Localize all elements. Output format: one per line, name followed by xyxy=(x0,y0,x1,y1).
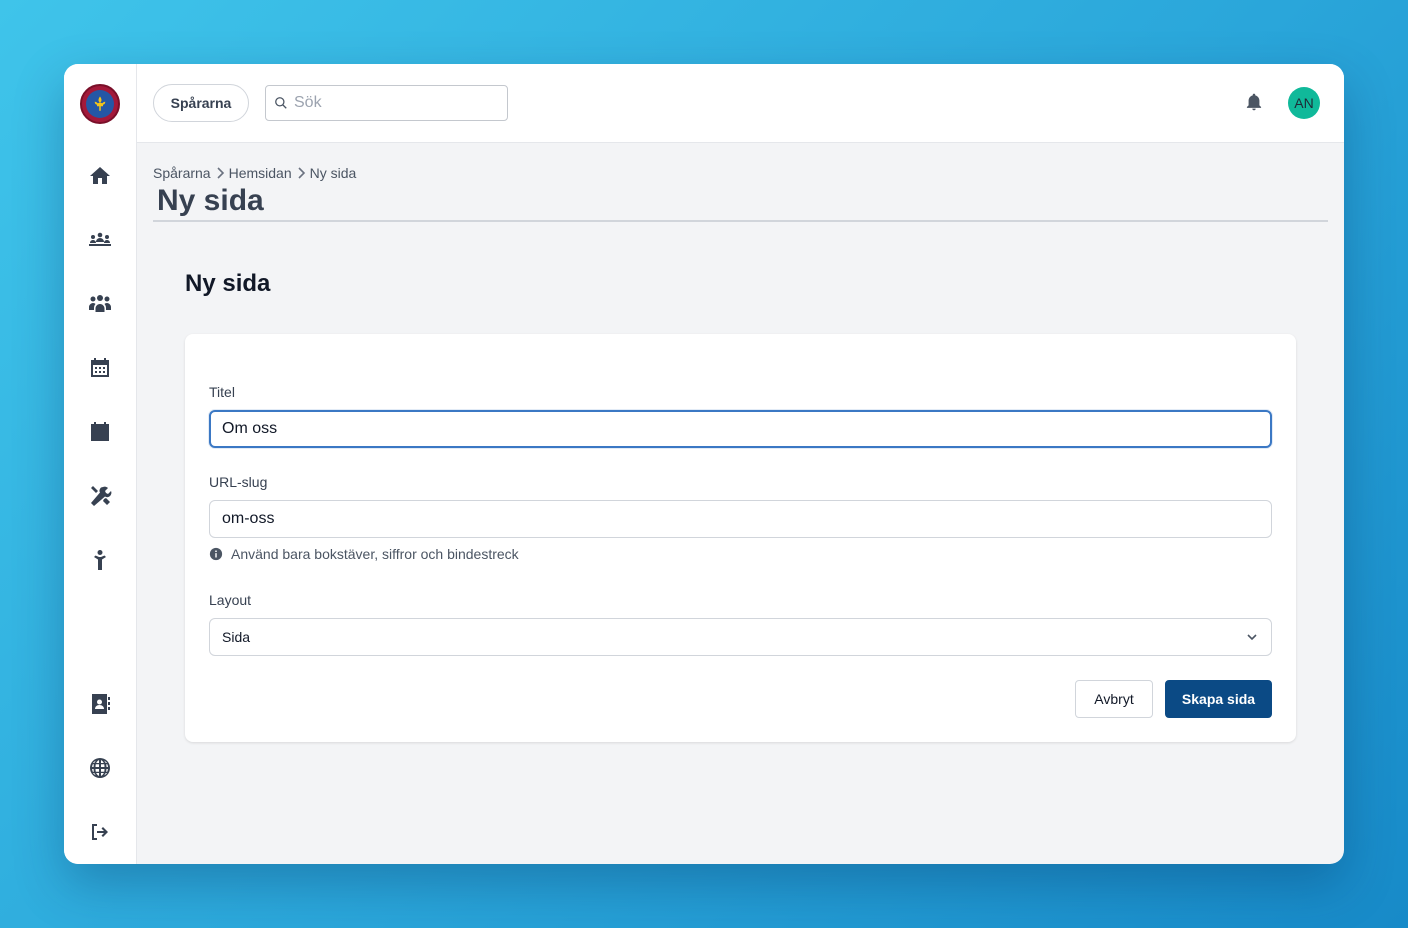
breadcrumb-item-website[interactable]: Hemsidan xyxy=(229,165,292,181)
organization-button[interactable]: Spårarna xyxy=(153,84,249,122)
slug-input[interactable] xyxy=(209,500,1272,538)
sidebar-item-members[interactable] xyxy=(84,288,116,320)
chevron-right-icon xyxy=(213,166,227,180)
sidebar-item-logout[interactable] xyxy=(84,816,116,848)
search-box[interactable] xyxy=(265,85,508,121)
info-icon xyxy=(209,547,223,561)
tools-icon xyxy=(91,486,112,506)
new-page-form-card: Titel URL-slug Använd bara bokstäver, si… xyxy=(185,334,1296,742)
slug-label: URL-slug xyxy=(209,474,268,490)
breadcrumb: Spårarna Hemsidan Ny sida xyxy=(153,164,356,182)
globe-icon xyxy=(90,758,110,778)
section-heading: Ny sida xyxy=(185,270,271,297)
fleur-de-lis-icon xyxy=(94,96,106,111)
sign-out-icon xyxy=(92,824,108,840)
sidebar-item-home[interactable] xyxy=(84,160,116,192)
calendar-grid-icon xyxy=(91,358,109,377)
address-book-icon xyxy=(92,694,110,714)
sidebar-item-contacts[interactable] xyxy=(84,688,116,720)
title-label: Titel xyxy=(209,384,235,400)
app-window: Spårarna AN Spårarna Hemsidan Ny sida Ny… xyxy=(64,64,1344,864)
sidebar xyxy=(64,64,137,864)
user-avatar[interactable]: AN xyxy=(1288,87,1320,119)
layout-selected-value: Sida xyxy=(222,629,251,645)
breadcrumb-item-organization[interactable]: Spårarna xyxy=(153,165,211,181)
sidebar-item-child[interactable] xyxy=(84,544,116,576)
sidebar-item-calendar[interactable] xyxy=(84,416,116,448)
sidebar-item-tools[interactable] xyxy=(84,480,116,512)
layout-select[interactable]: Sida xyxy=(209,618,1272,656)
home-icon xyxy=(90,167,110,184)
top-header: Spårarna AN xyxy=(137,64,1344,143)
create-page-button[interactable]: Skapa sida xyxy=(1165,680,1272,718)
notifications-button[interactable] xyxy=(1242,90,1266,114)
slug-hint-text: Använd bara bokstäver, siffror och binde… xyxy=(231,546,519,562)
cancel-button[interactable]: Avbryt xyxy=(1075,680,1153,718)
organization-logo[interactable] xyxy=(80,84,120,124)
chevron-right-icon xyxy=(294,166,308,180)
sidebar-item-schedule[interactable] xyxy=(84,352,116,384)
child-icon xyxy=(94,550,106,570)
sidebar-item-website[interactable] xyxy=(84,752,116,784)
calendar-icon xyxy=(91,422,109,441)
users-icon xyxy=(89,295,111,312)
layout-label: Layout xyxy=(209,592,252,608)
bell-icon xyxy=(1246,93,1262,111)
page-title: Ny sida xyxy=(157,184,264,217)
breadcrumb-item-current: Ny sida xyxy=(309,165,357,181)
group-meeting-icon xyxy=(89,232,111,246)
search-input[interactable] xyxy=(294,94,494,112)
logo-emblem xyxy=(86,90,114,118)
title-input[interactable] xyxy=(209,410,1272,448)
chevron-down-icon xyxy=(1247,634,1257,641)
title-divider xyxy=(153,220,1328,222)
search-icon xyxy=(275,97,287,109)
slug-hint: Använd bara bokstäver, siffror och binde… xyxy=(209,546,519,562)
sidebar-item-groups[interactable] xyxy=(84,224,116,256)
